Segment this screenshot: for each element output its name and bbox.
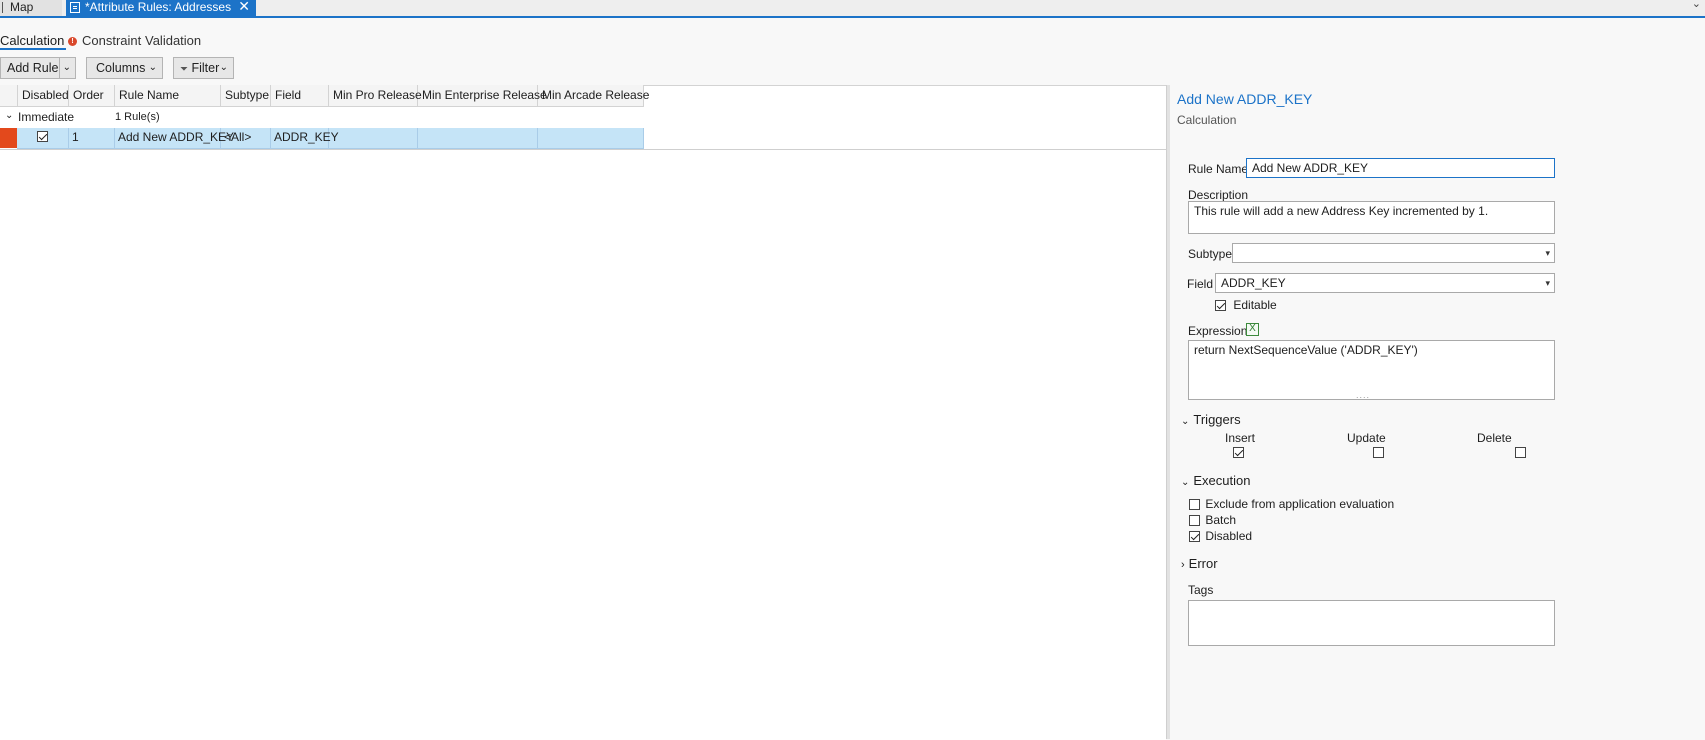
pane-splitter[interactable]: [1166, 85, 1170, 739]
cell-subtype: <All>: [221, 128, 271, 148]
tags-input[interactable]: [1188, 600, 1555, 646]
execution-label: Execution: [1193, 473, 1251, 488]
error-label: Error: [1188, 556, 1218, 571]
batch-label: Batch: [1205, 513, 1237, 527]
triggers-section-header[interactable]: ⌄ Triggers: [1181, 412, 1241, 427]
expression-builder-icon[interactable]: X: [1246, 323, 1259, 336]
trigger-insert-checkbox[interactable]: [1233, 447, 1244, 458]
disabled-checkbox[interactable]: [37, 131, 48, 142]
exclude-from-evaluation-label: Exclude from application evaluation: [1205, 497, 1395, 511]
group-row-immediate[interactable]: ⌄ Immediate 1 Rule(s): [0, 107, 1166, 127]
description-textarea[interactable]: This rule will add a new Address Key inc…: [1188, 201, 1555, 234]
close-tab-icon[interactable]: ✕: [238, 0, 250, 13]
cell-rule-name: Add New ADDR_KEY: [115, 128, 234, 148]
tab-calculation[interactable]: Calculation: [0, 33, 64, 48]
column-header-rule-name[interactable]: Rule Name: [115, 85, 221, 106]
editable-label: Editable: [1233, 298, 1277, 312]
trigger-update-checkbox[interactable]: [1373, 447, 1385, 458]
active-tab-underline: [0, 48, 66, 50]
triggers-label: Triggers: [1193, 412, 1241, 427]
tab-map-label: Map: [10, 0, 34, 14]
expression-label: Expression: [1188, 324, 1248, 338]
chevron-down-icon: ⌄: [62, 62, 71, 73]
rule-name-label: Rule Name: [1188, 162, 1249, 176]
rule-name-input[interactable]: Add New ADDR_KEY: [1246, 158, 1555, 178]
grid-header: Disabled Order Rule Name Subtype Field M…: [0, 85, 649, 107]
tab-constraint[interactable]: Constraint: [82, 33, 141, 48]
tab-attribute-rules-label: *Attribute Rules: Addresses: [85, 0, 232, 14]
exclude-from-evaluation-checkbox[interactable]: [1189, 499, 1200, 510]
disabled-label: Disabled: [1205, 529, 1253, 543]
table-row[interactable]: 1 Add New ADDR_KEY <All> ADDR_KEY: [17, 128, 644, 149]
filter-icon: ⏷: [180, 64, 188, 75]
warning-icon: !: [68, 37, 77, 46]
field-label: Field: [1187, 277, 1214, 291]
grid-separator: [0, 149, 1166, 150]
column-header-subtype[interactable]: Subtype: [221, 85, 271, 106]
expression-editor[interactable]: return NextSequenceValue ('ADDR_KEY'): [1188, 340, 1555, 400]
execution-section-header[interactable]: ⌄ Execution: [1181, 473, 1250, 488]
tab-map[interactable]: Map: [0, 0, 62, 16]
trigger-delete-label: Delete: [1477, 431, 1512, 445]
trigger-insert-label: Insert: [1225, 431, 1256, 445]
cell-order: 1: [69, 128, 115, 148]
filter-button[interactable]: ⏷ Filter ⌄: [173, 57, 234, 79]
error-section-header[interactable]: › Error: [1181, 556, 1218, 571]
filter-button-label: Filter: [191, 61, 220, 75]
rules-grid: [0, 85, 1166, 740]
dropdown-arrow-icon: ▾: [1545, 278, 1550, 288]
cell-field: ADDR_KEY: [271, 128, 339, 148]
error-row-marker: [0, 128, 17, 148]
chevron-down-icon: ⌄: [1181, 477, 1190, 488]
batch-row[interactable]: Batch: [1189, 513, 1236, 527]
chevron-right-icon: ›: [1181, 559, 1185, 571]
tab-attribute-rules[interactable]: *Attribute Rules: Addresses ✕: [66, 0, 256, 16]
column-header-min-enterprise-release[interactable]: Min Enterprise Release: [418, 85, 547, 106]
chevron-down-icon: ⌄: [1181, 416, 1190, 427]
group-rule-count: 1 Rule(s): [115, 111, 160, 123]
tags-label: Tags: [1188, 583, 1214, 597]
add-rule-button[interactable]: Add Rule: [0, 57, 60, 79]
cell-min-pro-release: [329, 128, 418, 148]
attribute-rules-table-icon: [70, 2, 80, 13]
column-header-min-arcade-release[interactable]: Min Arcade Release: [538, 85, 649, 106]
columns-button[interactable]: Columns ⌄: [86, 57, 163, 79]
group-label: Immediate: [18, 110, 75, 124]
subtype-label: Subtype: [1188, 247, 1233, 261]
trigger-delete-checkbox[interactable]: [1514, 447, 1526, 458]
exclude-from-evaluation-row[interactable]: Exclude from application evaluation: [1189, 497, 1394, 511]
tab-list-chevron-icon[interactable]: ⌄: [1692, 0, 1701, 10]
cell-disabled: [17, 128, 69, 148]
cell-min-arcade-release: [538, 128, 644, 148]
resize-grip-icon[interactable]: ....: [1356, 390, 1370, 400]
trigger-update-label: Update: [1347, 431, 1386, 445]
editable-checkbox-row[interactable]: Editable: [1215, 298, 1277, 312]
rule-details-subtitle: Calculation: [1177, 113, 1237, 127]
field-value: ADDR_KEY: [1221, 276, 1286, 290]
tab-validation[interactable]: Validation: [145, 33, 201, 48]
add-rule-dropdown-button[interactable]: ⌄: [59, 57, 76, 79]
column-header-field[interactable]: Field: [271, 85, 329, 106]
cell-min-enterprise-release: [418, 128, 538, 148]
editable-checkbox[interactable]: [1215, 300, 1226, 311]
map-tab-edge-icon: [2, 2, 3, 13]
column-header-order[interactable]: Order: [69, 85, 115, 106]
column-header-min-pro-release[interactable]: Min Pro Release: [329, 85, 422, 106]
column-header-disabled[interactable]: Disabled: [18, 85, 69, 106]
batch-checkbox[interactable]: [1189, 515, 1200, 526]
field-dropdown[interactable]: ADDR_KEY ▾: [1215, 273, 1555, 293]
disabled-execution-checkbox[interactable]: [1189, 531, 1200, 542]
column-header-marker: [0, 85, 18, 106]
description-label: Description: [1188, 188, 1249, 202]
chevron-down-icon: ⌄: [148, 62, 157, 73]
disabled-row[interactable]: Disabled: [1189, 529, 1252, 543]
chevron-down-icon: ⌄: [219, 62, 228, 73]
dropdown-arrow-icon: ▾: [1545, 248, 1550, 258]
rule-details-title: Add New ADDR_KEY: [1177, 91, 1313, 107]
subtype-dropdown[interactable]: ▾: [1232, 243, 1555, 263]
collapse-chevron-icon[interactable]: ⌄: [5, 107, 13, 125]
columns-button-label: Columns: [96, 61, 146, 75]
